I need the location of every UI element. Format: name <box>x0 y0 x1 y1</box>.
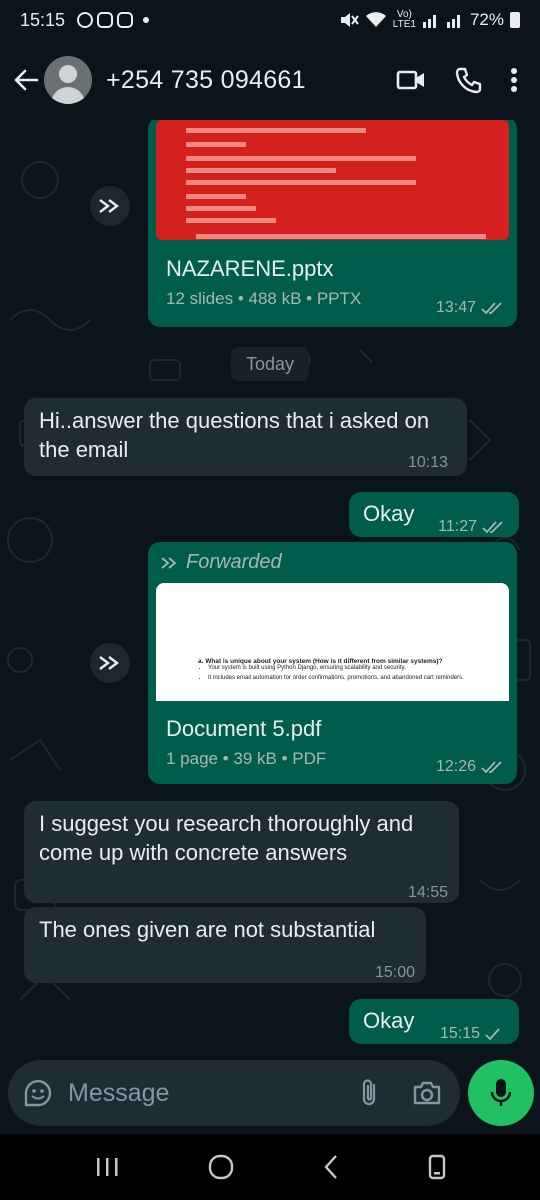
battery-percent: 72% <box>469 10 504 29</box>
document-info: 1 page • 39 kB • PDF <box>166 749 327 768</box>
message-text: Okay <box>363 501 415 526</box>
outgoing-message[interactable]: Okay 15:15 <box>349 999 519 1044</box>
message-meta: 14:55 <box>408 878 448 907</box>
home-icon[interactable] <box>208 1154 234 1180</box>
signal-icon <box>422 15 436 28</box>
status-time: 15:15 <box>20 9 66 30</box>
signal-icon-2 <box>446 15 460 28</box>
forwarded-icon <box>161 556 177 569</box>
message-meta: 11:27 <box>438 512 504 541</box>
network-type: Vo) LTE1 <box>392 9 416 30</box>
document-info: 12 slides • 488 kB • PPTX <box>166 289 362 308</box>
message-meta: 12:26 <box>436 752 503 781</box>
contact-name[interactable]: +254 735 094661 <box>106 66 306 95</box>
sticker-icon[interactable] <box>22 1077 54 1109</box>
date-divider: Today <box>231 347 309 381</box>
double-check-icon <box>482 520 503 533</box>
message-text: I suggest you research thoroughly and co… <box>39 811 414 865</box>
back-nav-icon[interactable] <box>323 1154 339 1180</box>
forward-button[interactable] <box>90 643 130 683</box>
message-time: 14:55 <box>407 884 448 901</box>
status-bar: 15:15 Vo) LTE1 72% <box>0 0 540 40</box>
recent-apps-icon[interactable] <box>95 1156 119 1178</box>
forward-icon <box>99 199 119 213</box>
more-options-icon[interactable] <box>510 67 518 93</box>
outgoing-message[interactable]: Okay 11:27 <box>349 492 519 537</box>
document-preview[interactable] <box>156 120 509 240</box>
chat-header: +254 735 094661 <box>0 40 540 120</box>
single-check-icon <box>485 1027 500 1040</box>
chat-area[interactable]: NAZARENE.pptx 12 slides • 488 kB • PPTX … <box>0 120 540 1055</box>
message-input[interactable]: Message <box>68 1079 169 1108</box>
document-preview[interactable]: a. What is unique about your system (How… <box>156 583 509 701</box>
mute-icon <box>340 13 359 27</box>
arrow-left-icon <box>14 69 39 91</box>
incoming-message[interactable]: Hi..answer the questions that i asked on… <box>24 398 467 476</box>
video-call-icon[interactable] <box>396 68 426 92</box>
document-message[interactable]: Forwarded a. What is unique about your s… <box>148 542 517 784</box>
message-time: 15:15 <box>439 1025 480 1042</box>
back-button[interactable] <box>8 62 44 98</box>
incoming-message[interactable]: I suggest you research thoroughly and co… <box>24 801 459 903</box>
instagram-icon <box>97 12 114 28</box>
message-meta: 15:15 <box>440 1019 501 1048</box>
double-check-icon <box>481 760 502 773</box>
battery-icon <box>510 12 520 28</box>
voice-message-button[interactable] <box>468 1060 534 1126</box>
threads-icon <box>77 12 94 28</box>
message-time: 12:26 <box>435 758 476 775</box>
instagram-icon-2 <box>117 12 134 28</box>
message-time: 11:27 <box>438 518 477 535</box>
microphone-icon <box>490 1079 512 1106</box>
message-time: 15:00 <box>374 964 415 981</box>
message-time: 10:13 <box>407 454 448 471</box>
message-time: 13:47 <box>435 299 476 316</box>
document-name: NAZARENE.pptx <box>166 256 334 281</box>
system-nav-bar <box>0 1134 540 1200</box>
wifi-icon <box>365 12 386 27</box>
more-notifications-icon <box>143 17 150 23</box>
document-name: Document 5.pdf <box>166 716 322 741</box>
message-text: Hi..answer the questions that i asked on… <box>39 408 430 462</box>
camera-icon[interactable] <box>412 1080 442 1106</box>
incoming-message[interactable]: The ones given are not substantial 15:00 <box>24 907 426 983</box>
preview-bullet: Your system is built using Python Django… <box>208 663 498 673</box>
message-meta: 15:00 <box>375 958 415 987</box>
forwarded-label: Forwarded <box>160 548 282 577</box>
screen-icon[interactable] <box>428 1154 446 1180</box>
message-meta: 13:47 <box>436 293 503 322</box>
forward-icon <box>99 656 119 670</box>
attach-icon[interactable] <box>358 1077 380 1109</box>
avatar[interactable] <box>44 56 92 104</box>
preview-bullet: It includes email automation for order c… <box>208 673 498 683</box>
message-text: The ones given are not substantial <box>39 917 376 942</box>
message-composer: Message <box>8 1060 460 1126</box>
message-meta: 10:13 <box>408 448 448 477</box>
document-message[interactable]: NAZARENE.pptx 12 slides • 488 kB • PPTX … <box>148 120 517 327</box>
double-check-icon <box>481 301 502 314</box>
forward-button[interactable] <box>90 186 130 226</box>
voice-call-icon[interactable] <box>454 66 482 94</box>
preview-list: Your system is built using Python Django… <box>208 663 498 683</box>
message-text: Okay <box>363 1008 415 1033</box>
